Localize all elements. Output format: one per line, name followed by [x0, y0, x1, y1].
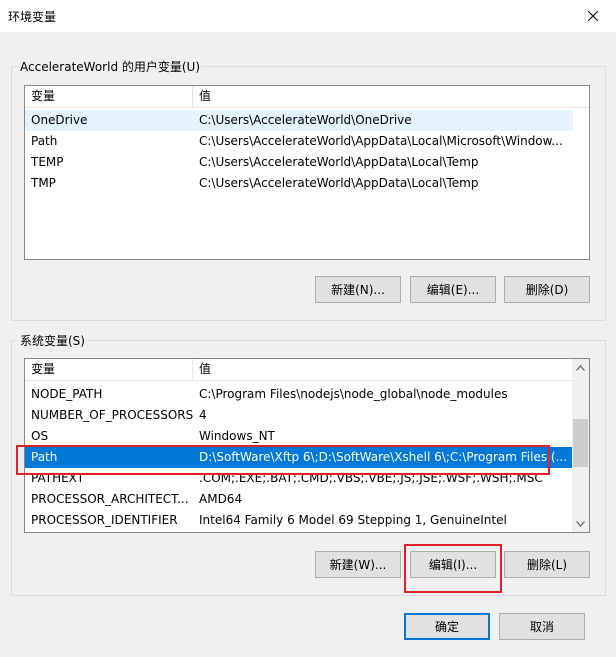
scrollbar-thumb[interactable]	[573, 419, 588, 467]
system-edit-button[interactable]: 编辑(I)...	[410, 551, 496, 578]
window-title: 环境变量	[8, 10, 57, 24]
var-value: C:\Program Files\nodejs\node_global\node…	[199, 387, 508, 401]
user-delete-button[interactable]: 删除(D)	[504, 276, 590, 303]
list-item[interactable]: TMP C:\Users\AccelerateWorld\AppData\Loc…	[25, 173, 573, 194]
user-edit-button[interactable]: 编辑(E)...	[410, 276, 496, 303]
var-value: AMD64	[199, 492, 243, 506]
close-icon	[588, 11, 598, 21]
chevron-down-icon	[576, 520, 585, 527]
cancel-button[interactable]: 取消	[499, 613, 585, 640]
title-bar: 环境变量	[0, 0, 616, 32]
var-name: NUMBER_OF_PROCESSORS	[31, 408, 193, 422]
user-vars-list-header: 变量 值	[25, 86, 589, 108]
var-value: C:\Users\AccelerateWorld\OneDrive	[199, 113, 412, 127]
list-item[interactable]: NUMBER_OF_PROCESSORS 4	[25, 405, 572, 426]
user-vars-group-label: AccelerateWorld 的用户变量(U)	[18, 58, 203, 75]
ok-button[interactable]: 确定	[404, 613, 490, 640]
chevron-up-icon	[576, 364, 585, 371]
var-value: C:\Users\AccelerateWorld\AppData\Local\M…	[199, 134, 563, 148]
var-value: .COM;.EXE;.BAT;.CMD;.VBS;.VBE;.JS;.JSE;.…	[199, 471, 543, 485]
list-item[interactable]: Path C:\Users\AccelerateWorld\AppData\Lo…	[25, 131, 573, 152]
var-value: 4	[199, 408, 207, 422]
list-item[interactable]: PROCESSOR_IDENTIFIER Intel64 Family 6 Mo…	[25, 510, 572, 531]
var-name: NODE_PATH	[31, 387, 103, 401]
user-vars-list[interactable]: 变量 值 OneDrive C:\Users\AccelerateWorld\O…	[24, 85, 590, 260]
var-name: TMP	[31, 176, 56, 190]
list-item[interactable]: TEMP C:\Users\AccelerateWorld\AppData\Lo…	[25, 152, 573, 173]
system-vars-group-label: 系统变量(S)	[18, 332, 87, 349]
close-button[interactable]	[570, 0, 616, 32]
list-item[interactable]: NODE_PATH C:\Program Files\nodejs\node_g…	[25, 384, 572, 405]
var-name: TEMP	[31, 155, 64, 169]
var-name: PROCESSOR_ARCHITECT...	[31, 492, 189, 506]
var-name: Path	[31, 134, 58, 148]
var-name: OS	[31, 429, 49, 443]
system-delete-button[interactable]: 删除(L)	[504, 551, 590, 578]
column-header-variable[interactable]: 变量	[25, 86, 193, 107]
system-vars-list-header: 变量 值	[25, 359, 572, 381]
var-name: Path	[31, 450, 58, 464]
var-value: C:\Users\AccelerateWorld\AppData\Local\T…	[199, 176, 479, 190]
list-item[interactable]: OS Windows_NT	[25, 426, 572, 447]
scroll-up-button[interactable]	[572, 359, 589, 376]
user-new-button[interactable]: 新建(N)...	[315, 276, 401, 303]
var-value: Intel64 Family 6 Model 69 Stepping 1, Ge…	[199, 513, 507, 527]
var-value: D:\SoftWare\Xftp 6\;D:\SoftWare\Xshell 6…	[199, 450, 568, 464]
scroll-down-button[interactable]	[572, 515, 589, 532]
list-item[interactable]: PATHEXT .COM;.EXE;.BAT;.CMD;.VBS;.VBE;.J…	[25, 468, 572, 489]
var-name: PATHEXT	[31, 471, 85, 485]
column-header-value[interactable]: 值	[193, 86, 573, 107]
var-name: OneDrive	[31, 113, 88, 127]
list-item[interactable]: OneDrive C:\Users\AccelerateWorld\OneDri…	[25, 110, 573, 131]
system-new-button[interactable]: 新建(W)...	[315, 551, 401, 578]
vertical-scrollbar[interactable]	[572, 359, 589, 532]
column-header-value[interactable]: 值	[193, 359, 572, 380]
var-name: PROCESSOR_IDENTIFIER	[31, 513, 178, 527]
var-value: Windows_NT	[199, 429, 275, 443]
system-vars-list[interactable]: 变量 值 NODE_PATH C:\Program Files\nodejs\n…	[24, 358, 590, 533]
list-item[interactable]: PROCESSOR_ARCHITECT... AMD64	[25, 489, 572, 510]
var-value: C:\Users\AccelerateWorld\AppData\Local\T…	[199, 155, 479, 169]
column-header-variable[interactable]: 变量	[25, 359, 193, 380]
list-item-selected[interactable]: Path D:\SoftWare\Xftp 6\;D:\SoftWare\Xsh…	[25, 447, 572, 468]
